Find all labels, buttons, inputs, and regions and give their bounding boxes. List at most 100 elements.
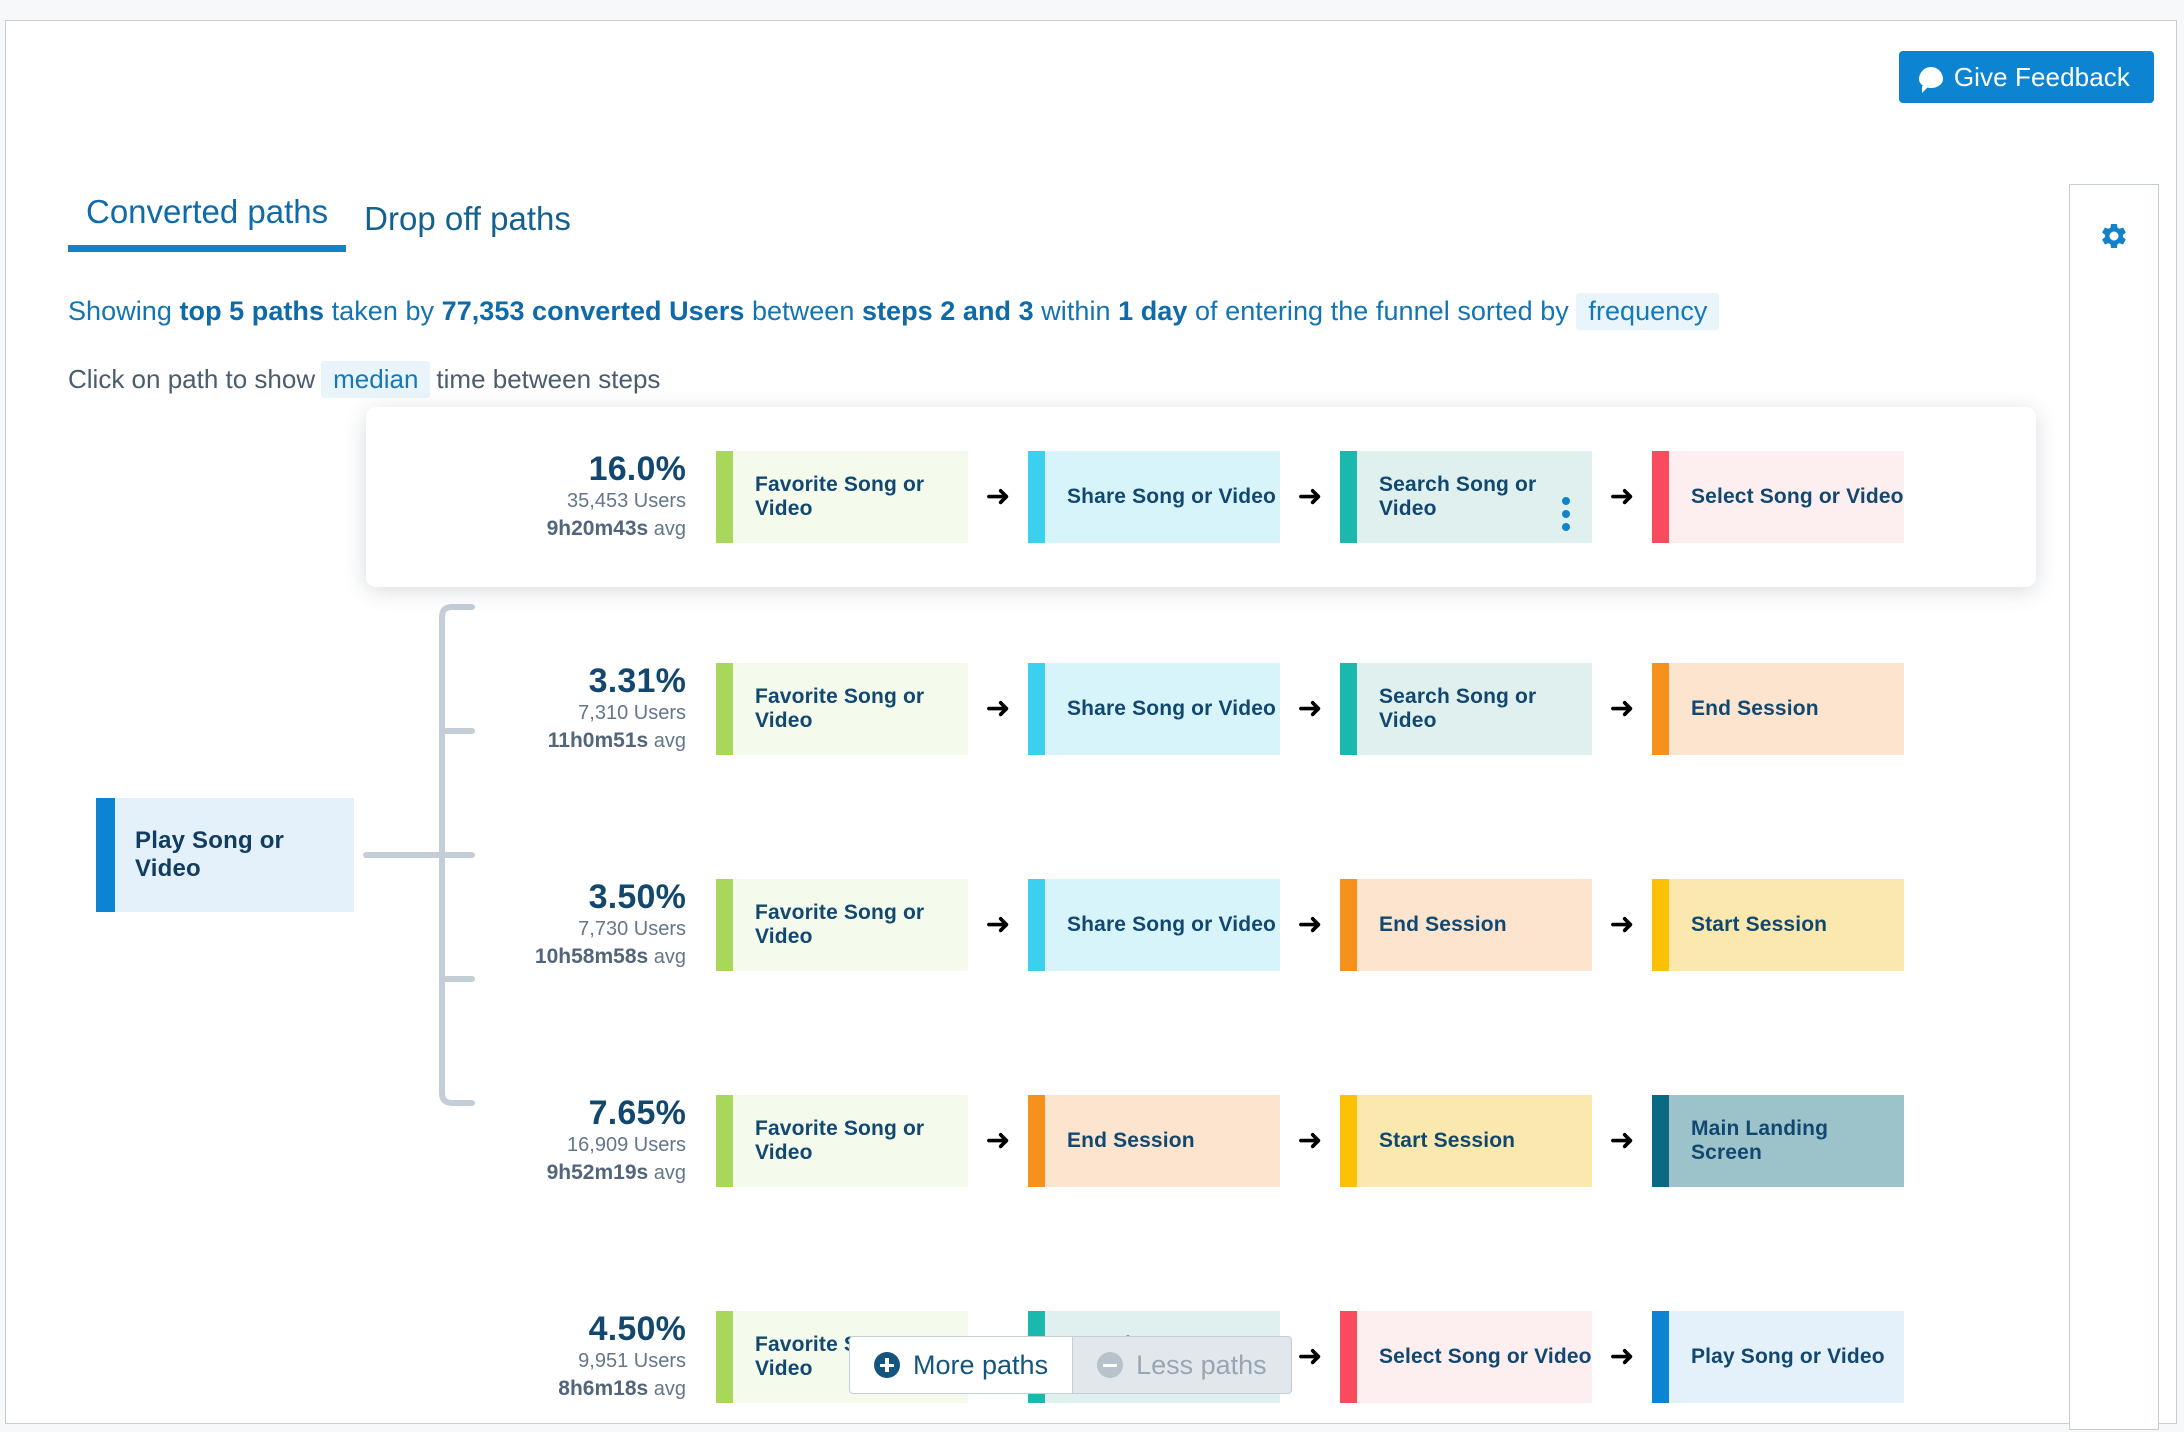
step-accent-bar [1028,451,1045,543]
step-more-options-icon[interactable] [1562,497,1570,531]
path-step[interactable]: Favorite Song or Video [716,1095,968,1187]
path-step[interactable]: End Session [1028,1095,1280,1187]
path-step[interactable]: Search Song or Video [1340,451,1592,543]
tab-drop-off-paths[interactable]: Drop off paths [346,200,589,252]
path-step[interactable]: Share Song or Video [1028,879,1280,971]
path-step[interactable]: Favorite Song or Video [716,663,968,755]
step-body: Main Landing Screen [1669,1095,1904,1187]
step-accent-bar [716,1311,733,1403]
path-row[interactable]: 3.31% 7,310 Users 11h0m51s avg Favorite … [506,633,2036,785]
path-stats: 4.50% 9,951 Users 8h6m18s avg [506,1310,716,1403]
step-accent-bar [1028,879,1045,971]
arrow-icon: ➜ [1609,1340,1635,1373]
give-feedback-button[interactable]: Give Feedback [1898,51,2154,103]
desc-steps: steps 2 and 3 [861,296,1034,326]
path-step[interactable]: Favorite Song or Video [716,451,968,543]
main-panel: Give Feedback Converted paths Drop off p… [5,20,2177,1430]
hint-prefix: Click on path to show [68,364,316,394]
path-percent: 4.50% [588,1310,686,1349]
less-paths-button[interactable]: Less paths [1073,1336,1292,1394]
step-body: Search Song or Video [1357,663,1592,755]
path-users: 7,310 Users [578,702,686,725]
tab-converted-paths[interactable]: Converted paths [68,193,347,252]
step-label: Search Song or Video [1379,473,1537,520]
step-accent-bar [1340,1095,1357,1187]
step-label: Share Song or Video [1067,485,1277,508]
root-node-label: Play Song or Video [135,827,285,882]
desc-top-paths: top 5 paths [179,296,325,326]
path-step[interactable]: Search Song or Video [1340,663,1592,755]
root-node-play-song-or-video[interactable]: Play Song or Video [96,798,354,912]
minus-circle-icon [1097,1352,1124,1378]
path-step[interactable]: Play Song or Video [1652,1311,1904,1403]
step-label: Select Song or Video [1379,1345,1592,1368]
step-accent-bar [1340,451,1357,543]
path-step[interactable]: End Session [1652,663,1904,755]
median-chip[interactable]: median [321,361,431,398]
step-accent-bar [716,879,733,971]
path-step[interactable]: End Session [1340,879,1592,971]
step-label: Share Song or Video [1067,913,1277,936]
path-avg: 11h0m51s avg [506,727,686,755]
settings-side-panel [2069,184,2159,1430]
step-body: Share Song or Video [1045,879,1280,971]
step-body: End Session [1669,663,1904,755]
desc-window: 1 day [1118,296,1188,326]
path-stats: 3.31% 7,310 Users 11h0m51s avg [506,662,716,755]
arrow-icon: ➜ [1609,480,1635,513]
path-avg: 9h20m43s avg [506,515,686,543]
step-body: Select Song or Video [1669,451,1904,543]
arrow-icon: ➜ [1297,480,1323,513]
step-body: Search Song or Video [1357,451,1592,543]
arrow-icon: ➜ [1297,692,1323,725]
step-body: Share Song or Video [1045,451,1280,543]
step-accent-bar [1652,663,1669,755]
path-step[interactable]: Start Session [1652,879,1904,971]
path-avg-suffix: avg [653,946,686,969]
path-avg-suffix: avg [653,1162,686,1185]
path-avg-value: 9h20m43s [546,517,649,541]
step-body: Favorite Song or Video [733,1095,968,1187]
path-step[interactable]: Share Song or Video [1028,451,1280,543]
path-users: 16,909 Users [567,1134,686,1157]
path-stats: 7.65% 16,909 Users 9h52m19s avg [506,1094,716,1187]
path-steps: Favorite Song or Video ➜ Share Song or V… [716,451,1904,543]
step-body: End Session [1045,1095,1280,1187]
path-percent: 3.50% [588,878,686,917]
path-steps: Favorite Song or Video ➜ End Session ➜ S… [716,1095,1904,1187]
arrow-icon: ➜ [1297,908,1323,941]
paths-visualization: Play Song or Video 16.0% 35,453 Users 9h… [6,407,2056,1403]
path-step[interactable]: Start Session [1340,1095,1592,1187]
step-accent-bar [1652,451,1669,543]
step-accent-bar [716,663,733,755]
path-users: 35,453 Users [567,490,686,513]
tab-bar: Converted paths Drop off paths [68,193,589,252]
path-step[interactable]: Favorite Song or Video [716,879,968,971]
gear-icon[interactable] [2099,221,2129,251]
more-paths-label: More paths [913,1349,1049,1380]
path-users: 7,730 Users [578,918,686,941]
path-step[interactable]: Share Song or Video [1028,663,1280,755]
step-body: Play Song or Video [1669,1311,1904,1403]
step-label: Favorite Song or Video [755,901,925,948]
path-row[interactable]: 7.65% 16,909 Users 9h52m19s avg Favorite… [506,1065,2036,1217]
step-accent-bar [1652,1095,1669,1187]
arrow-icon: ➜ [985,480,1011,513]
path-row[interactable]: 16.0% 35,453 Users 9h20m43s avg Favorite… [366,407,2036,587]
paths-pagination-controls: More paths Less paths [849,1336,1292,1394]
step-label: Main Landing Screen [1691,1117,1829,1164]
step-body: Share Song or Video [1045,663,1280,755]
sort-by-chip[interactable]: frequency [1576,293,1720,330]
path-step[interactable]: Select Song or Video [1652,451,1904,543]
more-paths-button[interactable]: More paths [849,1336,1074,1394]
step-body: Favorite Song or Video [733,663,968,755]
step-label: Favorite Song or Video [755,1117,925,1164]
path-avg-value: 8h6m18s [558,1377,649,1401]
path-step[interactable]: Select Song or Video [1340,1311,1592,1403]
path-step[interactable]: Main Landing Screen [1652,1095,1904,1187]
step-label: Play Song or Video [1691,1345,1885,1368]
path-row[interactable]: 3.50% 7,730 Users 10h58m58s avg Favorite… [506,849,2036,1001]
desc-prefix: Showing [68,296,180,326]
step-label: Favorite Song or Video [755,473,925,520]
step-label: Start Session [1691,913,1828,936]
